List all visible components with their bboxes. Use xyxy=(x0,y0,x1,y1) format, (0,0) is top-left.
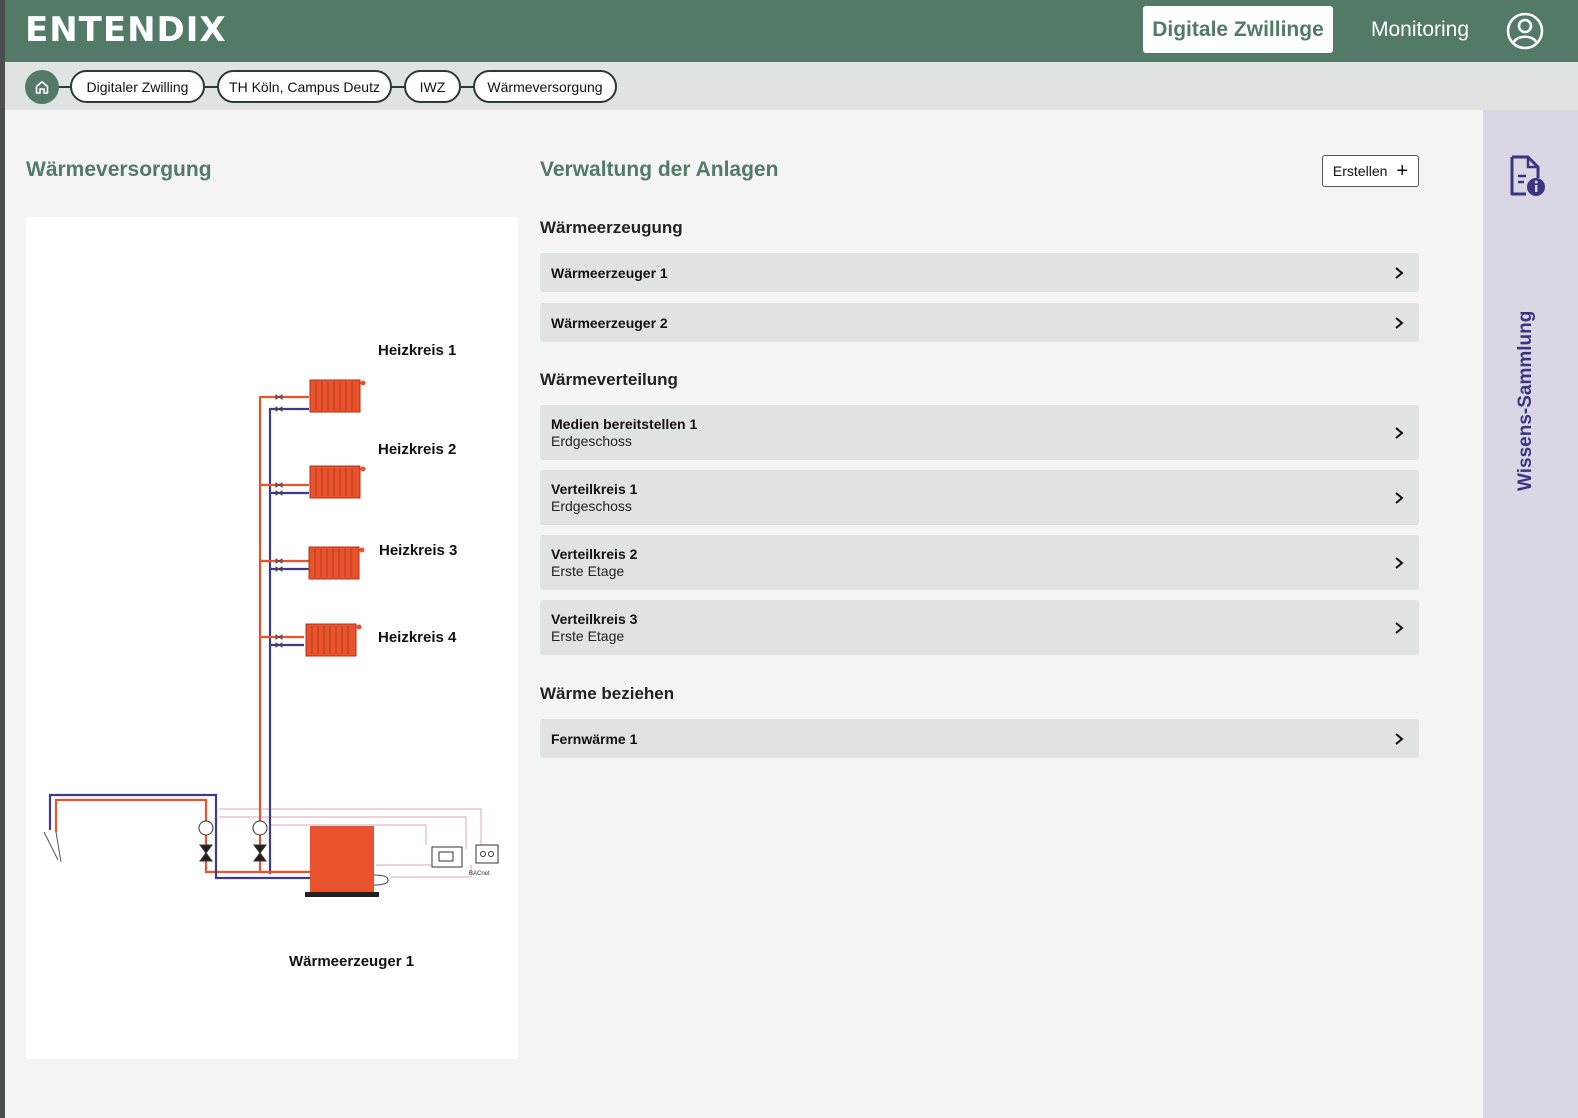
list-item[interactable]: Verteilkreis 2 Erste Etage xyxy=(540,535,1419,590)
list-item-title: Verteilkreis 3 xyxy=(551,611,638,627)
management-title: Verwaltung der Anlagen xyxy=(540,158,779,181)
boiler xyxy=(305,826,389,897)
list-item-subtitle: Erste Etage xyxy=(551,628,625,644)
list-item-title: Wärmeerzeuger 2 xyxy=(551,314,668,331)
section-heading-waermeverteilung: Wärmeverteilung xyxy=(540,370,678,389)
chevron-right-icon xyxy=(1395,491,1404,504)
create-button-label: Erstellen xyxy=(1332,163,1388,179)
section-heading-waerme-beziehen: Wärme beziehen xyxy=(540,684,675,703)
circuit-label: Heizkreis 4 xyxy=(378,629,457,646)
logo: ENTENDIX xyxy=(25,10,227,50)
document-info-icon[interactable] xyxy=(1506,154,1546,198)
heating-schematic: Heizkreis 1 Heizkreis 2 Heizkreis 3 Heiz… xyxy=(26,217,518,1059)
chevron-right-icon xyxy=(1395,621,1404,634)
section-heading-waermeerzeugung: Wärmeerzeugung xyxy=(540,218,683,237)
nav-monitoring[interactable]: Monitoring xyxy=(1355,6,1485,53)
list-item-subtitle: Erdgeschoss xyxy=(551,498,632,514)
list-item[interactable]: Fernwärme 1 xyxy=(540,719,1419,758)
breadcrumb-connector xyxy=(460,86,474,88)
page-title: Wärmeversorgung xyxy=(26,158,212,181)
breadcrumb-connector xyxy=(204,86,218,88)
breadcrumb-connector xyxy=(391,86,405,88)
pumps xyxy=(198,820,268,862)
knowledge-sidebar: Wissens-Sammlung xyxy=(1483,110,1578,1118)
radiators xyxy=(305,379,366,657)
breadcrumb-item-digitaler-zwilling[interactable]: Digitaler Zwilling xyxy=(70,70,205,103)
pipes xyxy=(43,395,310,880)
user-circle-icon[interactable] xyxy=(1505,11,1545,51)
chevron-right-icon xyxy=(1395,316,1404,329)
sidebar-label[interactable]: Wissens-Sammlung xyxy=(1515,311,1537,491)
chevron-right-icon xyxy=(1395,426,1404,439)
controllers: BACnet xyxy=(431,844,499,877)
valves xyxy=(275,394,283,648)
list-item-title: Wärmeerzeuger 1 xyxy=(551,264,668,281)
breadcrumb-item-iwz[interactable]: IWZ xyxy=(404,70,461,103)
circuit-label: Heizkreis 2 xyxy=(378,441,456,458)
top-bar: ENTENDIX Digitale Zwillinge Monitoring xyxy=(5,0,1578,62)
bacnet-label: BACnet xyxy=(469,871,490,877)
circuit-label: Heizkreis 1 xyxy=(378,342,456,359)
breadcrumb-item-waermeversorgung[interactable]: Wärmeversorgung xyxy=(473,70,617,103)
list-item-subtitle: Erste Etage xyxy=(551,563,625,579)
list-item-subtitle: Erdgeschoss xyxy=(551,433,632,449)
schematic-svg: Heizkreis 1 Heizkreis 2 Heizkreis 3 Heiz… xyxy=(43,342,499,970)
chevron-right-icon xyxy=(1395,556,1404,569)
plus-icon: + xyxy=(1396,160,1409,182)
nav-digitale-zwillinge[interactable]: Digitale Zwillinge xyxy=(1143,6,1333,53)
home-icon xyxy=(35,81,49,94)
breadcrumb-item-th-koeln[interactable]: TH Köln, Campus Deutz xyxy=(217,70,392,103)
list-item[interactable]: Medien bereitstellen 1 Erdgeschoss xyxy=(540,405,1419,460)
generator-label: Wärmeerzeuger 1 xyxy=(289,953,414,970)
chevron-right-icon xyxy=(1395,732,1404,745)
list-item-title: Verteilkreis 1 xyxy=(551,481,638,497)
list-item[interactable]: Wärmeerzeuger 1 xyxy=(540,253,1419,292)
app-window: ENTENDIX Digitale Zwillinge Monitoring D… xyxy=(5,0,1578,1118)
list-item-title: Fernwärme 1 xyxy=(551,730,638,747)
list-item[interactable]: Verteilkreis 1 Erdgeschoss xyxy=(540,470,1419,525)
list-item-title: Medien bereitstellen 1 xyxy=(551,416,698,432)
breadcrumb-home[interactable] xyxy=(25,70,59,104)
create-button[interactable]: Erstellen + xyxy=(1322,155,1419,187)
list-item[interactable]: Wärmeerzeuger 2 xyxy=(540,303,1419,342)
circuit-label: Heizkreis 3 xyxy=(379,542,457,559)
chevron-right-icon xyxy=(1395,266,1404,279)
list-item[interactable]: Verteilkreis 3 Erste Etage xyxy=(540,600,1419,655)
list-item-title: Verteilkreis 2 xyxy=(551,546,638,562)
breadcrumb: Digitaler Zwilling TH Köln, Campus Deutz… xyxy=(5,62,1578,110)
